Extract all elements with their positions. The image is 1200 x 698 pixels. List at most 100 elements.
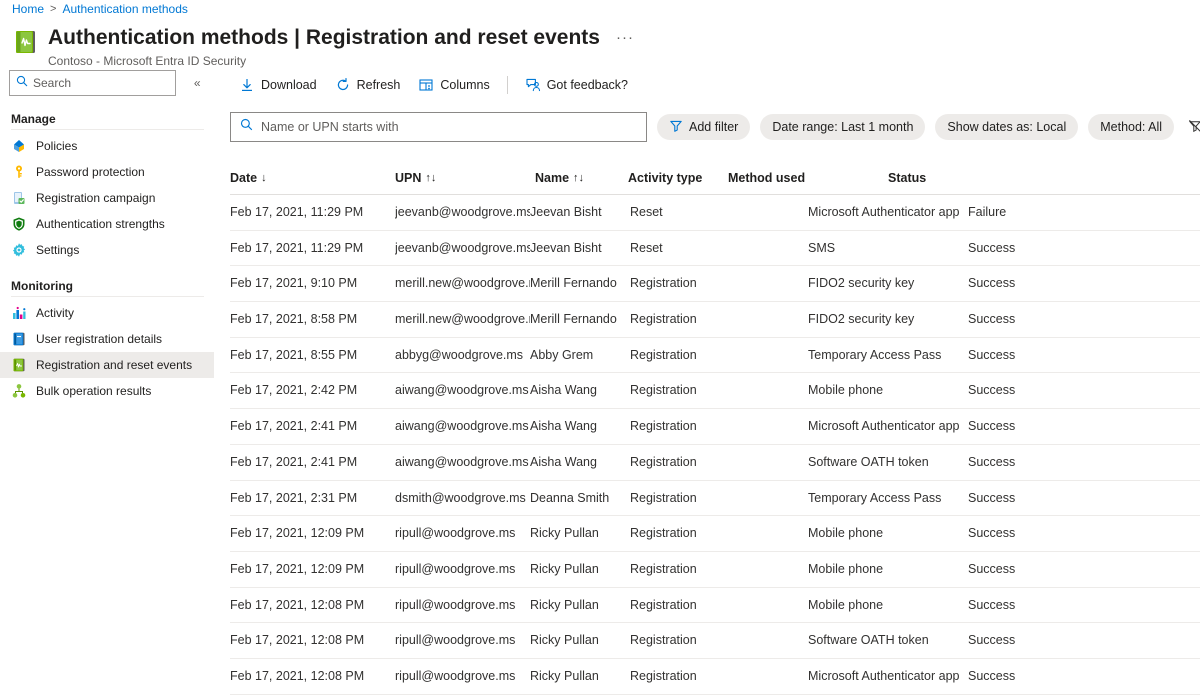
got-feedback-button[interactable]: Got feedback? [516, 71, 637, 99]
table-row[interactable]: Feb 17, 2021, 2:41 PMaiwang@woodgrove.ms… [230, 409, 1200, 445]
cell-name: Jeevan Bisht [530, 231, 630, 267]
breadcrumb-separator-icon: > [50, 1, 56, 17]
column-header-name[interactable]: Name ↑↓ [535, 168, 635, 188]
search-icon [240, 118, 253, 136]
table-row[interactable]: Feb 17, 2021, 8:55 PMabbyg@woodgrove.msA… [230, 338, 1200, 374]
cell-status: Success [968, 588, 1078, 624]
cell-name: Merill Fernando [530, 302, 630, 338]
search-input-placeholder: Search [33, 76, 71, 90]
column-header-date[interactable]: Date ↓ [230, 168, 395, 188]
download-button-label: Download [261, 78, 317, 92]
breadcrumb-authentication-methods[interactable]: Authentication methods [62, 1, 187, 17]
table-row[interactable]: Feb 17, 2021, 12:08 PMripull@woodgrove.m… [230, 623, 1200, 659]
breadcrumb-home[interactable]: Home [12, 1, 44, 17]
table-row[interactable]: Feb 17, 2021, 12:09 PMripull@woodgrove.m… [230, 516, 1200, 552]
search-input[interactable]: Search [9, 70, 176, 96]
sidebar-divider [11, 296, 204, 297]
cell-activity-type: Registration [630, 659, 730, 695]
name-or-upn-search-input[interactable]: Name or UPN starts with [230, 112, 647, 142]
table-row[interactable]: Feb 17, 2021, 12:09 PMripull@woodgrove.m… [230, 552, 1200, 588]
sort-indicator-icon: ↓ [261, 168, 267, 188]
cell-upn: ripull@woodgrove.ms [395, 516, 530, 552]
cell-upn: aiwang@woodgrove.ms [395, 373, 530, 409]
column-header-activity-type[interactable]: Activity type [628, 168, 728, 188]
cell-date: Feb 17, 2021, 2:42 PM [230, 373, 395, 409]
filter-funnel-icon [669, 119, 683, 136]
cell-method-used: Mobile phone [808, 516, 963, 552]
sidebar-item-registration-and-reset-events[interactable]: Registration and reset events [0, 352, 214, 378]
show-dates-as-filter[interactable]: Show dates as: Local [935, 114, 1078, 140]
refresh-button[interactable]: Refresh [326, 71, 410, 99]
column-header-upn[interactable]: UPN ↑↓ [395, 168, 530, 188]
cell-date: Feb 17, 2021, 8:58 PM [230, 302, 395, 338]
cell-upn: merill.new@woodgrove.ms [395, 266, 530, 302]
table-row[interactable]: Feb 17, 2021, 12:08 PMripull@woodgrove.m… [230, 588, 1200, 624]
sidebar-divider [11, 129, 204, 130]
cell-method-used: Microsoft Authenticator app (pu [808, 659, 963, 695]
sidebar-item-user-registration-details[interactable]: User registration details [0, 326, 214, 352]
cell-upn: merill.new@woodgrove.ms [395, 302, 530, 338]
sidebar-item-label: Policies [36, 139, 77, 153]
sidebar-item-settings[interactable]: Settings [0, 237, 214, 263]
cell-activity-type: Registration [630, 481, 730, 517]
page-header: Authentication methods | Registration an… [12, 24, 634, 69]
sidebar-item-label: Password protection [36, 165, 145, 179]
sidebar-item-password-protection[interactable]: Password protection [0, 159, 214, 185]
table-row[interactable]: Feb 17, 2021, 12:08 PMripull@woodgrove.m… [230, 659, 1200, 695]
cell-method-used: FIDO2 security key [808, 302, 963, 338]
cell-upn: aiwang@woodgrove.ms [395, 445, 530, 481]
refresh-button-label: Refresh [357, 78, 401, 92]
column-header-status[interactable]: Status [888, 168, 998, 188]
cell-activity-type: Registration [630, 373, 730, 409]
cell-name: Ricky Pullan [530, 516, 630, 552]
cell-activity-type: Registration [630, 266, 730, 302]
table-row[interactable]: Feb 17, 2021, 2:31 PMdsmith@woodgrove.ms… [230, 481, 1200, 517]
cell-status: Success [968, 409, 1078, 445]
columns-button[interactable]: Columns [409, 71, 498, 99]
cell-activity-type: Reset [630, 195, 730, 231]
date-range-filter[interactable]: Date range: Last 1 month [760, 114, 925, 140]
sidebar-item-authentication-strengths[interactable]: Authentication strengths [0, 211, 214, 237]
cell-name: Jeevan Bisht [530, 195, 630, 231]
sidebar-item-label: Registration campaign [36, 191, 155, 205]
sidebar-item-policies[interactable]: Policies [0, 133, 214, 159]
collapse-sidebar-button[interactable]: « [186, 72, 208, 94]
method-filter[interactable]: Method: All [1088, 114, 1174, 140]
table-row[interactable]: Feb 17, 2021, 9:10 PMmerill.new@woodgrov… [230, 266, 1200, 302]
cell-status: Success [968, 516, 1078, 552]
cell-upn: jeevanb@woodgrove.ms [395, 231, 530, 267]
shield-icon [11, 216, 27, 232]
more-options-icon[interactable]: ··· [616, 24, 634, 52]
table-row[interactable]: Feb 17, 2021, 2:42 PMaiwang@woodgrove.ms… [230, 373, 1200, 409]
sidebar-search-row: Search « [0, 70, 214, 96]
sidebar-item-activity[interactable]: Activity [0, 300, 214, 326]
cell-method-used: Software OATH token [808, 623, 963, 659]
cell-date: Feb 17, 2021, 12:09 PM [230, 552, 395, 588]
table-header-row: Date ↓ UPN ↑↓ Name ↑↓ Activity type Meth… [230, 168, 1200, 195]
registration-campaign-icon [11, 190, 27, 206]
table-row[interactable]: Feb 17, 2021, 11:29 PMjeevanb@woodgrove.… [230, 231, 1200, 267]
sidebar-item-bulk-operation-results[interactable]: Bulk operation results [0, 378, 214, 404]
table-row[interactable]: Feb 17, 2021, 8:58 PMmerill.new@woodgrov… [230, 302, 1200, 338]
sidebar-item-label: Bulk operation results [36, 384, 151, 398]
table-row[interactable]: Feb 17, 2021, 11:29 PMjeevanb@woodgrove.… [230, 195, 1200, 231]
table-row[interactable]: Feb 17, 2021, 2:41 PMaiwang@woodgrove.ms… [230, 445, 1200, 481]
sidebar-item-registration-campaign[interactable]: Registration campaign [0, 185, 214, 211]
download-button[interactable]: Download [230, 71, 326, 99]
cell-status: Success [968, 481, 1078, 517]
cell-date: Feb 17, 2021, 12:08 PM [230, 623, 395, 659]
sidebar-item-label: Settings [36, 243, 79, 257]
cell-activity-type: Registration [630, 552, 730, 588]
gear-icon [11, 242, 27, 258]
cell-date: Feb 17, 2021, 2:31 PM [230, 481, 395, 517]
cell-name: Ricky Pullan [530, 588, 630, 624]
add-filter-button[interactable]: Add filter [657, 114, 750, 140]
cell-activity-type: Registration [630, 445, 730, 481]
bulk-nodes-icon [11, 383, 27, 399]
green-book-icon [11, 357, 27, 373]
cell-name: Ricky Pullan [530, 623, 630, 659]
column-header-method-used[interactable]: Method used [728, 168, 883, 188]
cell-method-used: Temporary Access Pass [808, 481, 963, 517]
reset-filters-button[interactable]: Reset filters [1184, 119, 1200, 136]
cell-status: Success [968, 338, 1078, 374]
